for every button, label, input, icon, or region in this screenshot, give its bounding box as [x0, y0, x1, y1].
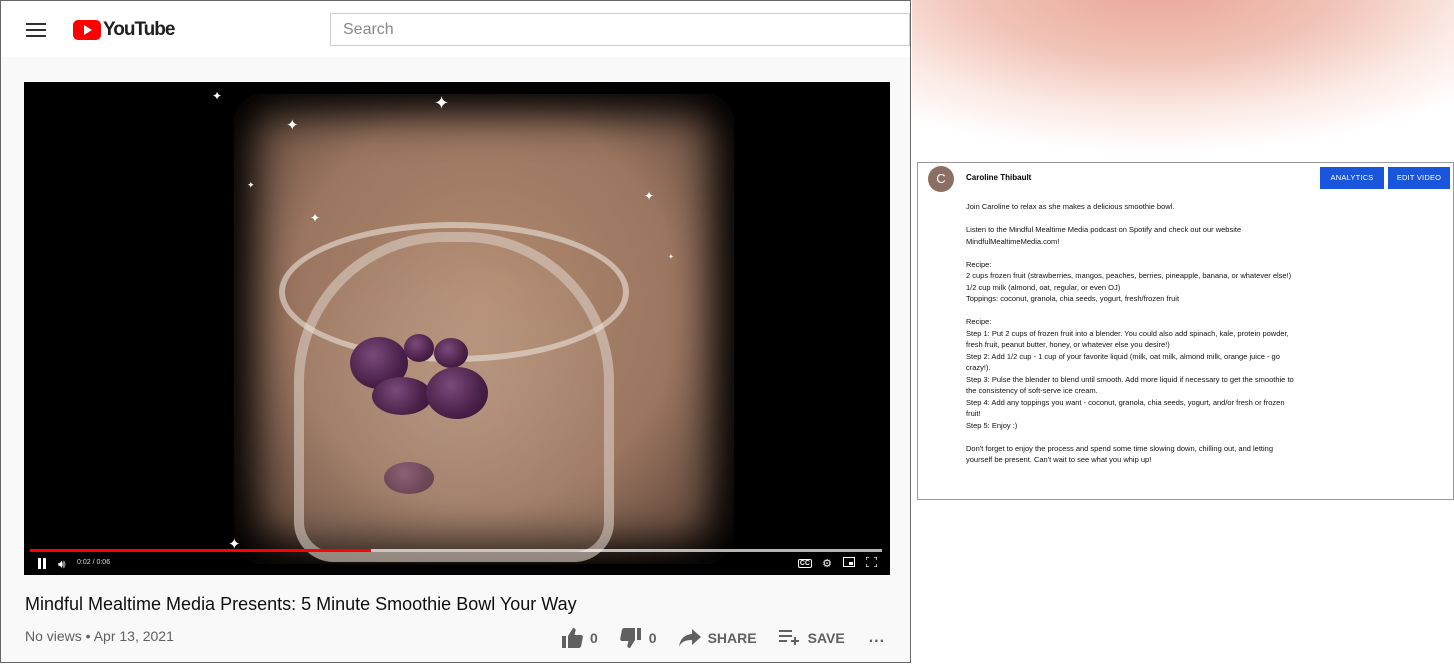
avatar[interactable]: C — [928, 166, 954, 192]
description-paragraph: Listen to the Mindful Mealtime Media pod… — [966, 225, 1242, 246]
description-paragraph: Recipe: Step 1: Put 2 cups of frozen fru… — [966, 317, 1294, 430]
video-actions: 0 0 SHARE SAVE ... — [561, 626, 885, 650]
youtube-logo[interactable]: YouTube — [73, 19, 175, 40]
description-panel: C Caroline Thibault ANALYTICS EDIT VIDEO… — [917, 162, 1454, 500]
sparkle: ✦ — [310, 211, 321, 225]
channel-name[interactable]: Caroline Thibault — [966, 173, 1031, 182]
youtube-logo-text: YouTube — [103, 19, 175, 40]
thumbs-down-icon — [619, 628, 641, 648]
share-icon — [678, 629, 701, 647]
youtube-logo-icon — [73, 20, 101, 40]
save-playlist-icon — [778, 630, 799, 645]
dislike-count: 0 — [648, 630, 657, 646]
berry — [434, 338, 468, 368]
player-controls: 🔊︎ 0:02 / 0:06 CC ⚙︎ — [24, 554, 890, 574]
like-count: 0 — [590, 630, 598, 646]
video-title: Mindful Mealtime Media Presents: 5 Minut… — [25, 594, 577, 614]
berry — [426, 367, 488, 419]
progress-fill — [30, 549, 371, 552]
sparkle: ✦ — [212, 89, 223, 103]
fullscreen-icon[interactable] — [864, 556, 878, 570]
video-player[interactable]: ✦ ✦ ✦ ✦ ✦ ✦ ✦ ✦ 🔊︎ 0:02 / 0:06 CC ⚙︎ — [24, 82, 890, 575]
video-meta: No views • Apr 13, 2021 — [25, 628, 174, 644]
player-right-controls: CC ⚙︎ — [797, 556, 878, 570]
share-label: SHARE — [707, 630, 757, 646]
progress-bar[interactable] — [30, 549, 882, 552]
sparkle: ✦ — [644, 189, 655, 203]
volume-icon[interactable]: 🔊︎ — [58, 557, 66, 572]
berry — [372, 377, 432, 415]
like-button[interactable]: 0 — [561, 628, 598, 648]
sparkle: ✦ — [247, 180, 255, 190]
menu-icon[interactable] — [26, 23, 46, 37]
cc-icon[interactable]: CC — [797, 559, 812, 568]
sparkle: ✦ — [286, 117, 299, 134]
pause-icon[interactable] — [37, 558, 47, 569]
decorative-gradient — [912, 0, 1454, 170]
more-icon[interactable]: ... — [869, 629, 885, 647]
description-paragraph: Join Caroline to relax as she makes a de… — [966, 202, 1175, 211]
description-text: Join Caroline to relax as she makes a de… — [966, 201, 1366, 477]
time-display: 0:02 / 0:06 — [77, 559, 111, 566]
description-paragraph: Recipe: 2 cups frozen fruit (strawberrie… — [966, 259, 1292, 304]
analytics-button[interactable]: ANALYTICS — [1320, 167, 1384, 189]
sparkle: ✦ — [434, 93, 450, 113]
top-bar: YouTube — [1, 1, 910, 57]
settings-icon[interactable]: ⚙︎ — [820, 557, 834, 570]
description-paragraph: Don't forget to enjoy the process and sp… — [966, 443, 1274, 465]
berry — [404, 334, 434, 362]
dislike-button[interactable]: 0 — [619, 628, 657, 648]
berry — [384, 462, 434, 494]
edit-video-button[interactable]: EDIT VIDEO — [1388, 167, 1450, 189]
save-button[interactable]: SAVE — [778, 630, 845, 646]
thumbs-up-icon — [562, 628, 583, 648]
youtube-window: YouTube ✦ ✦ ✦ ✦ ✦ ✦ ✦ ✦ 🔊︎ 0:02 / 0:06 C… — [0, 0, 911, 663]
share-button[interactable]: SHARE — [678, 629, 757, 647]
sparkle: ✦ — [668, 254, 674, 261]
save-label: SAVE — [807, 630, 845, 646]
miniplayer-icon[interactable] — [842, 557, 856, 570]
search-input[interactable] — [330, 13, 910, 46]
